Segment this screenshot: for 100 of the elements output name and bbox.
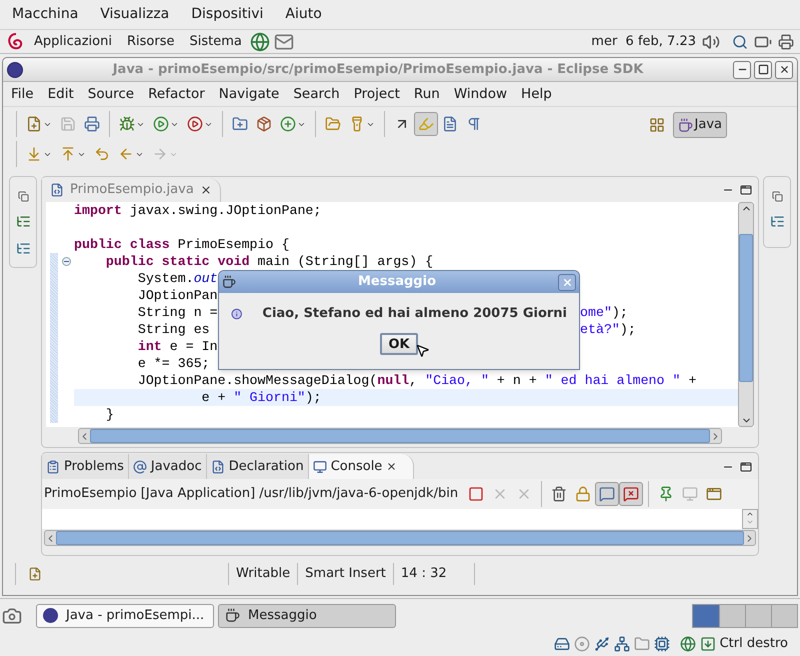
console-error-button[interactable]: [619, 482, 644, 506]
console-output-button[interactable]: [595, 482, 620, 506]
chip-icon[interactable]: [654, 636, 670, 652]
menu-item[interactable]: Window: [454, 84, 508, 104]
java-icon: [222, 275, 236, 289]
close-button[interactable]: [775, 60, 793, 78]
workspace-switcher[interactable]: [692, 604, 798, 628]
menu-item[interactable]: Aiuto: [285, 4, 322, 25]
horizontal-scrollbar[interactable]: [44, 530, 756, 546]
restore-icon[interactable]: [18, 191, 28, 202]
new-folder-icon: [232, 116, 248, 132]
package-tree-icon[interactable]: [16, 214, 30, 229]
clock[interactable]: mer 6 feb, 7.23: [591, 32, 696, 52]
minimize-button[interactable]: [733, 60, 751, 78]
panel-tab[interactable]: Javadoc: [128, 454, 207, 479]
pin-icon: [658, 486, 674, 502]
close-button[interactable]: [558, 274, 576, 290]
vertical-scrollbar[interactable]: [738, 202, 754, 427]
code-line: JOptionPane.showMessageDialog(null, "Ciao, " + n + " ed hai almeno " +: [136, 372, 696, 389]
highlighter-icon: [418, 116, 434, 132]
panel-tab[interactable]: Console: [308, 454, 414, 479]
fold-icon[interactable]: [62, 257, 70, 266]
printer-icon[interactable]: [778, 34, 794, 50]
swirl-logo-icon[interactable]: [6, 32, 24, 52]
close-icon[interactable]: [200, 184, 212, 196]
close-icon: [562, 276, 572, 288]
java-file-icon: [50, 183, 64, 197]
ok-button[interactable]: OK: [380, 333, 418, 355]
maximize-button[interactable]: [754, 60, 772, 78]
monitor-icon: [682, 486, 698, 502]
console-icon: [312, 460, 327, 474]
taskbar-button[interactable]: Java - primoEsempi...: [36, 604, 214, 628]
code-line-fragment: età?");: [580, 321, 637, 338]
maximize-icon[interactable]: [740, 184, 752, 196]
menu-item[interactable]: Dispositivi: [191, 4, 264, 25]
outline-icon[interactable]: [770, 214, 784, 229]
open-perspective-icon[interactable]: [648, 117, 665, 133]
perspective-button[interactable]: Java: [672, 112, 727, 138]
menu-item[interactable]: Visualizza: [100, 4, 170, 25]
window-title: Java - primoEsempio/src/primoEsempio/PrimoEsempio.java - Eclipse SDK: [111, 60, 644, 79]
back-arrow-icon: [94, 146, 110, 162]
menu-item[interactable]: Project: [354, 84, 400, 104]
close-icon: [778, 64, 790, 75]
menu-item[interactable]: Source: [88, 84, 134, 104]
panel-menu[interactable]: Sistema: [189, 32, 242, 52]
new-file-icon: [26, 116, 42, 132]
right-arrow-icon: [152, 146, 168, 162]
panel-tab[interactable]: Problems: [42, 454, 129, 479]
network-icon[interactable]: [614, 636, 630, 652]
menu-item[interactable]: Navigate: [218, 84, 280, 104]
close-icon[interactable]: [386, 461, 398, 472]
folder-icon[interactable]: [634, 636, 650, 652]
panel-menu[interactable]: Applicazioni: [34, 32, 112, 52]
menu-item[interactable]: Refactor: [148, 84, 205, 104]
maximize-icon[interactable]: [740, 461, 752, 473]
menu-item[interactable]: Macchina: [12, 4, 78, 25]
mouse-pointer-icon: [415, 343, 430, 358]
status-field: Smart Insert: [298, 564, 393, 584]
show-desktop-icon[interactable]: [2, 606, 22, 626]
menu-item[interactable]: Edit: [48, 84, 74, 104]
horizontal-scrollbar[interactable]: [78, 428, 722, 444]
menu-item[interactable]: Help: [521, 84, 552, 104]
open-folder-icon: [325, 116, 341, 132]
save-icon: [60, 116, 76, 132]
stop-icon: [468, 486, 484, 502]
menu-item[interactable]: Search: [293, 84, 340, 104]
declaration-icon: [210, 460, 225, 474]
hierarchy-icon[interactable]: [16, 241, 30, 256]
menu-item[interactable]: File: [11, 84, 34, 104]
code-line: String n =: [136, 304, 219, 321]
editor-tab[interactable]: PrimoEsempio.java: [42, 178, 221, 202]
vertical-scrollbar[interactable]: [742, 509, 758, 529]
menu-item[interactable]: Run: [414, 84, 440, 104]
mail-clock-icon[interactable]: [274, 32, 294, 52]
dialog-message: Ciao, Stefano ed hai almeno 20075 Giorni: [262, 305, 567, 324]
status-field: 14 : 32: [394, 564, 454, 584]
panel-tab[interactable]: Declaration: [206, 454, 309, 479]
coffee-cup-icon: [678, 118, 693, 132]
search-icon[interactable]: [732, 34, 748, 50]
left-arrow-icon: [118, 146, 134, 162]
fast-view-icon[interactable]: [28, 567, 42, 581]
restore-icon[interactable]: [772, 191, 782, 202]
scroll-up-icon[interactable]: [746, 510, 754, 518]
dialog-title: Messaggio: [357, 273, 437, 292]
globe-icon[interactable]: [250, 32, 270, 52]
clear-icon: [551, 486, 568, 502]
maximize-icon: [758, 64, 768, 75]
scroll-thumb[interactable]: [56, 531, 744, 545]
eclipse-logo-icon[interactable]: [7, 62, 23, 78]
at-sign-icon: [132, 460, 147, 474]
usb-icon[interactable]: [594, 636, 610, 652]
scroll-thumb[interactable]: [90, 429, 710, 443]
status-field: Writable: [229, 564, 298, 584]
taskbar-button[interactable]: Messaggio: [218, 604, 396, 628]
panel-menu[interactable]: Risorse: [126, 32, 174, 52]
scroll-thumb[interactable]: [739, 234, 753, 382]
volume-icon[interactable]: [702, 32, 720, 50]
globe-icon[interactable]: [680, 636, 696, 652]
play-icon: [153, 116, 169, 132]
printer-icon: [84, 116, 100, 132]
